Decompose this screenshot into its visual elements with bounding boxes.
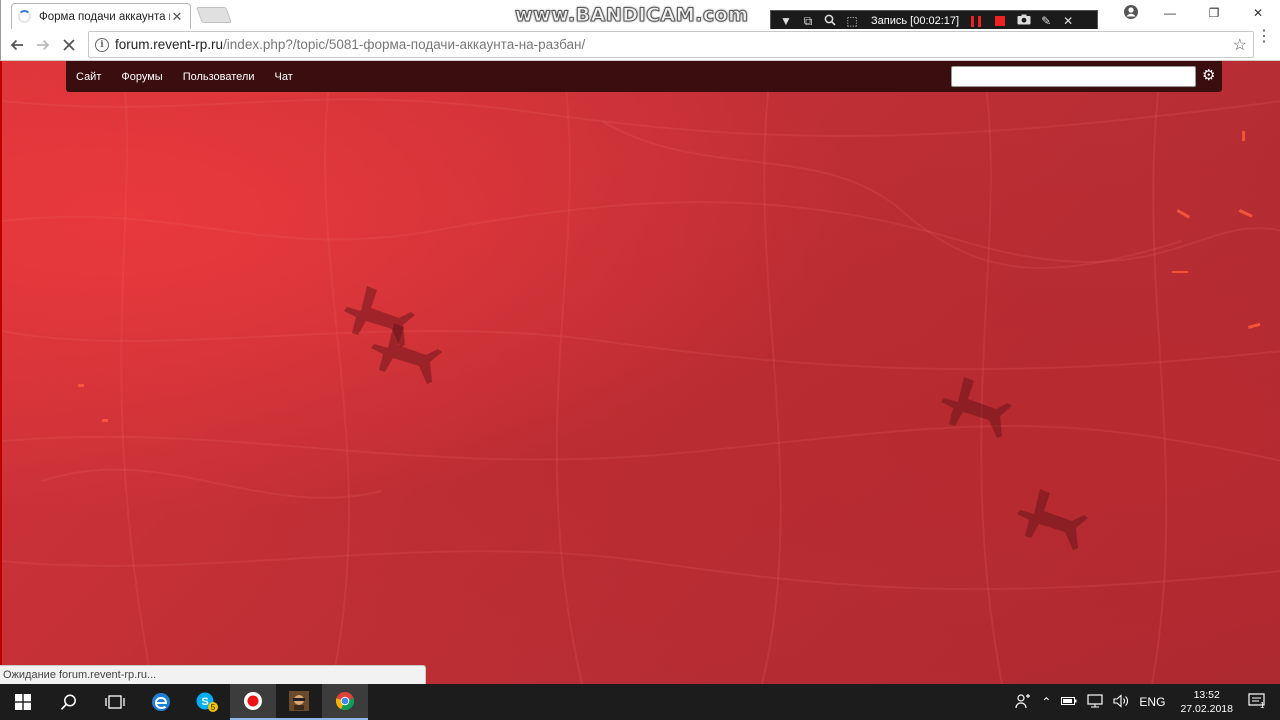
loading-spinner-icon <box>18 10 31 23</box>
url-text: forum.revent-rp.ru/index.php?/topic/5081… <box>115 37 585 52</box>
gear-icon[interactable]: ⚙ <box>1202 66 1215 84</box>
loading-status-bar: Ожидание forum.revent-rp.ru... <box>0 665 426 684</box>
bandicam-taskbar-icon[interactable] <box>230 684 276 720</box>
edge-browser-icon[interactable] <box>138 684 184 720</box>
window-controls: — ❐ ✕ <box>1148 0 1280 26</box>
forum-search-input[interactable] <box>951 66 1196 87</box>
input-language[interactable]: ENG <box>1139 695 1165 709</box>
nav-link-site[interactable]: Сайт <box>76 71 101 83</box>
pencil-icon[interactable]: ✎ <box>1035 14 1057 28</box>
address-bar[interactable]: i forum.revent-rp.ru/index.php?/topic/50… <box>88 31 1254 58</box>
search-icon[interactable] <box>46 684 92 720</box>
maximize-icon[interactable]: ❐ <box>1192 0 1236 26</box>
skype-icon[interactable]: S5 <box>184 684 230 720</box>
dropdown-arrow-icon[interactable]: ▼ <box>775 14 797 28</box>
stop-loading-icon[interactable] <box>57 33 81 57</box>
battery-icon[interactable] <box>1061 695 1077 709</box>
skype-badge-count: 5 <box>211 703 216 712</box>
chrome-icon[interactable] <box>322 684 368 720</box>
svg-text:S: S <box>201 696 208 708</box>
volume-icon[interactable] <box>1113 693 1129 711</box>
clock-time: 13:52 <box>1193 689 1220 701</box>
start-windows-icon[interactable] <box>0 684 46 720</box>
browser-tab[interactable]: Форма подачи аккаунта на разбан ✕ <box>11 3 191 29</box>
nav-link-forums[interactable]: Форумы <box>121 71 162 83</box>
info-icon[interactable]: i <box>95 37 109 52</box>
camera-icon[interactable] <box>1013 14 1035 28</box>
url-host: forum.revent-rp.ru <box>115 37 224 52</box>
bookmark-star-icon[interactable]: ☆ <box>1233 35 1247 55</box>
map-texture-background <box>2 61 1280 684</box>
browser-toolbar: i forum.revent-rp.ru/index.php?/topic/50… <box>0 29 1280 61</box>
new-tab-button[interactable] <box>196 7 232 23</box>
record-timer: Запись [00:02:17] <box>871 15 960 27</box>
window-mode-icon[interactable]: ⧉ <box>797 14 819 29</box>
profile-icon[interactable] <box>1123 4 1139 20</box>
minimize-icon[interactable]: — <box>1148 0 1192 26</box>
close-icon[interactable]: ✕ <box>1057 14 1079 28</box>
game-app-icon[interactable] <box>276 684 322 720</box>
stop-icon[interactable] <box>995 16 1006 26</box>
window-close-icon[interactable]: ✕ <box>1236 0 1280 26</box>
bandicam-watermark: www.BANDICAM.com <box>514 4 749 27</box>
clock-date: 27.02.2018 <box>1180 703 1233 715</box>
tab-close-icon[interactable]: ✕ <box>170 9 184 25</box>
network-icon[interactable] <box>1087 693 1104 711</box>
url-path: /index.php?/topic/5081-форма-подачи-акка… <box>223 37 586 52</box>
task-view-icon[interactable] <box>92 684 138 720</box>
forward-arrow-icon[interactable] <box>31 33 55 57</box>
browser-tabstrip: Форма подачи аккаунта на разбан ✕ www.BA… <box>0 0 1280 32</box>
back-arrow-icon[interactable] <box>5 33 29 57</box>
show-hidden-icons-chevron-icon[interactable]: ⌃ <box>1041 695 1051 709</box>
page-background: Сайт Форумы Пользователи Чат ⚙ <box>0 61 1280 684</box>
notifications-icon[interactable]: 1 <box>1248 692 1266 712</box>
search-icon[interactable] <box>819 14 841 29</box>
browser-menu-icon[interactable]: ⋮ <box>1256 29 1272 45</box>
pause-icon[interactable] <box>971 15 982 27</box>
nav-link-users[interactable]: Пользователи <box>183 71 255 83</box>
region-select-icon[interactable]: ⬚ <box>841 14 863 28</box>
nav-link-chat[interactable]: Чат <box>275 71 293 83</box>
system-tray: ⌃ ENG 13:52 27.02.2018 1 <box>1010 684 1280 720</box>
forum-navigation-bar: Сайт Форумы Пользователи Чат ⚙ <box>66 61 1222 92</box>
notification-count: 1 <box>1260 700 1265 710</box>
people-icon[interactable] <box>1015 693 1031 712</box>
windows-taskbar: S5 ⌃ ENG 13:52 27.02.2018 1 <box>0 684 1280 720</box>
tab-title: Форма подачи аккаунта на разбан <box>39 10 170 23</box>
clock[interactable]: 13:52 27.02.2018 <box>1180 688 1233 716</box>
